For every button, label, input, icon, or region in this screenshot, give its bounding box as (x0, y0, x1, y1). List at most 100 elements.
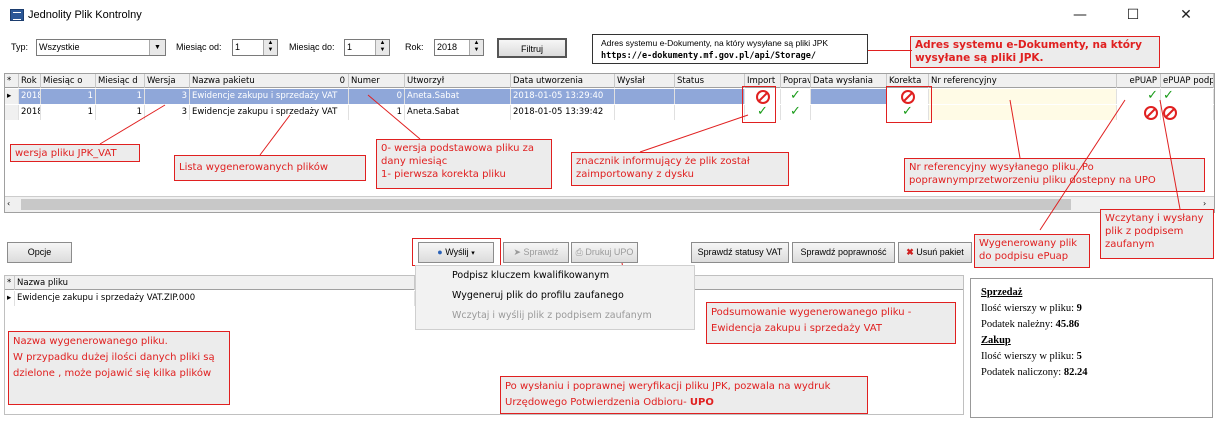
cell-epuap[interactable]: ✓ (1117, 89, 1161, 104)
highlight-correction (886, 86, 932, 123)
scroll-right-icon[interactable]: › (1203, 199, 1206, 208)
cell-status[interactable] (675, 89, 745, 104)
filter-button[interactable]: Filtruj (497, 38, 567, 58)
menu-item-sign-qualified[interactable]: Podpisz kluczem kwalifikowanym (416, 266, 694, 286)
scrollbar-thumb[interactable] (21, 199, 1071, 210)
row-indicator (5, 105, 19, 120)
print-upo-label: Drukuj UPO (585, 247, 634, 257)
delete-package-button[interactable]: ✖ Usuń pakiet (898, 242, 972, 263)
sales-header: Sprzedaż (981, 287, 1023, 298)
col-created-date[interactable]: Data utworzenia (511, 74, 615, 88)
cell-rok[interactable]: 2018 (19, 105, 41, 120)
annotation-upo: Po wysłaniu i poprawnej weryfikacji plik… (500, 376, 868, 414)
col-rok[interactable]: Rok (19, 74, 41, 88)
annotation-filename: Nazwa wygenerowanego pliku. W przypadku … (8, 331, 230, 405)
check-status-button[interactable]: ➤ Sprawdź status (503, 242, 569, 275)
cell-month-to[interactable]: 1 (96, 105, 145, 120)
menu-item-load-send-signed[interactable]: Wczytaj i wyślij plik z podpisem zaufany… (416, 306, 694, 326)
spin-arrows-icon[interactable]: ▲ ▼ (469, 40, 483, 55)
month-from-label: Miesiąc od: (176, 42, 222, 52)
cell-month-from[interactable]: 1 (41, 89, 96, 104)
checkmark-icon: ✓ (790, 105, 801, 119)
col-month-from[interactable]: Miesiąc o (41, 74, 96, 88)
cell-epuap-signed[interactable] (1161, 105, 1214, 120)
cell-status[interactable] (675, 105, 745, 120)
check-correctness-button[interactable]: Sprawdź poprawność (792, 242, 895, 263)
annotation-sent-signed: Wczytany i wysłany plik z podpisem zaufa… (1100, 209, 1214, 259)
sales-rows-label: Ilość wierszy w pliku: (981, 303, 1075, 314)
scroll-left-icon[interactable]: ‹ (7, 199, 10, 208)
cell-reference-number[interactable] (929, 105, 1117, 120)
sales-rows-line: Ilość wierszy w pliku: 9 (981, 301, 1202, 317)
col-sent-by[interactable]: Wysłał (615, 74, 675, 88)
cell-month-to[interactable]: 1 (96, 89, 145, 104)
cell-sent-by[interactable] (615, 105, 675, 120)
col-number[interactable]: Numer (349, 74, 405, 88)
col-package-name[interactable]: Nazwa pakietu 0 (190, 74, 349, 88)
purchase-tax-value: 82.24 (1063, 367, 1088, 378)
cell-epuap[interactable] (1117, 105, 1161, 120)
cell-rok[interactable]: 2018 (19, 89, 41, 104)
type-select[interactable]: Wszystkie ▼ (36, 39, 166, 56)
summary-panel: Sprzedaż Ilość wierszy w pliku: 9 Podate… (970, 278, 1213, 418)
col-created-by[interactable]: Utworzył (405, 74, 511, 88)
table-row[interactable]: 2018 1 1 3 Ewidencje zakupu i sprzedaży … (5, 105, 1214, 120)
col-epuap[interactable]: ePUAP (1117, 74, 1161, 88)
prohibited-icon (1144, 106, 1158, 120)
cell-correct[interactable]: ✓ (781, 105, 811, 120)
year-spinner[interactable]: 2018 ▲ ▼ (434, 39, 484, 56)
annotation-upo-bold: UPO (689, 397, 714, 408)
spin-arrows-icon[interactable]: ▲ ▼ (263, 40, 277, 55)
cell-version[interactable]: 3 (145, 105, 190, 120)
options-button[interactable]: Opcje (7, 242, 72, 263)
cell-version[interactable]: 3 (145, 89, 190, 104)
month-to-label: Miesiąc do: (289, 42, 335, 52)
minimize-button[interactable]: — (1057, 4, 1103, 26)
cell-sent-date[interactable] (811, 89, 887, 104)
month-to-spinner[interactable]: 1 ▲ ▼ (344, 39, 390, 56)
cell-month-from[interactable]: 1 (41, 105, 96, 120)
cell-reference-number[interactable] (929, 89, 1117, 104)
delete-package-label: Usuń pakiet (916, 247, 964, 257)
col-sent-date[interactable]: Data wysłania (811, 74, 887, 88)
menu-item-generate-trusted-profile[interactable]: Wygeneruj plik do profilu zaufanego (416, 286, 694, 306)
col-version[interactable]: Wersja (145, 74, 190, 88)
packages-grid: * Rok Miesiąc o Miesiąc d Wersja Nazwa p… (4, 73, 1215, 213)
cell-sent-by[interactable] (615, 89, 675, 104)
cell-epuap-signed[interactable]: ✓ (1161, 89, 1214, 104)
col-reference-number[interactable]: Nr referencyjny (929, 74, 1117, 88)
col-correct[interactable]: Poprav (781, 74, 811, 88)
purchase-rows-line: Ilość wierszy w pliku: 5 (981, 349, 1202, 365)
cell-created-by[interactable]: Aneta.Sabat (405, 89, 511, 104)
annotation-generated-epuap: Wygenerowany plik do podpisu ePuap (974, 234, 1090, 268)
col-file-name[interactable]: Nazwa pliku (15, 276, 415, 290)
row-indicator-header: * (5, 276, 15, 290)
cell-created-date[interactable]: 2018-01-05 13:29:40 (511, 89, 615, 104)
check-vat-statuses-button[interactable]: Sprawdź statusy VAT (691, 242, 789, 263)
maximize-button[interactable]: ☐ (1110, 4, 1156, 26)
highlight-import (742, 86, 776, 123)
table-row[interactable]: ▸ 2018 1 1 3 Ewidencje zakupu i sprzedaż… (5, 89, 1214, 104)
col-status[interactable]: Status (675, 74, 745, 88)
cell-file-name[interactable]: Ewidencje zakupu i sprzedaży VAT.ZIP.000 (15, 291, 415, 306)
checkmark-icon: ✓ (1147, 89, 1158, 103)
cell-created-date[interactable]: 2018-01-05 13:39:42 (511, 105, 615, 120)
send-button[interactable]: ● Wyślij ▾ (418, 242, 494, 263)
send-button-label: Wyślij (445, 247, 469, 257)
horizontal-scrollbar[interactable]: ‹ › (5, 196, 1214, 212)
month-from-spinner[interactable]: 1 ▲ ▼ (232, 39, 278, 56)
type-label: Typ: (11, 42, 29, 52)
cell-number[interactable]: 1 (349, 105, 405, 120)
annotation-line (868, 50, 912, 51)
cell-created-by[interactable]: Aneta.Sabat (405, 105, 511, 120)
close-button[interactable]: ✕ (1163, 4, 1209, 26)
spin-arrows-icon[interactable]: ▲ ▼ (375, 40, 389, 55)
cell-correct[interactable]: ✓ (781, 89, 811, 104)
cell-sent-date[interactable] (811, 105, 887, 120)
col-month-to[interactable]: Miesiąc d (96, 74, 145, 88)
cell-package-name[interactable]: Ewidencje zakupu i sprzedaży VAT (190, 105, 349, 120)
cell-package-name[interactable]: Ewidencje zakupu i sprzedaży VAT (190, 89, 349, 104)
cell-number[interactable]: 0 (349, 89, 405, 104)
col-epuap-signed[interactable]: ePUAP podpi (1161, 74, 1214, 88)
print-upo-button[interactable]: ⎙ Drukuj UPO (571, 242, 638, 263)
